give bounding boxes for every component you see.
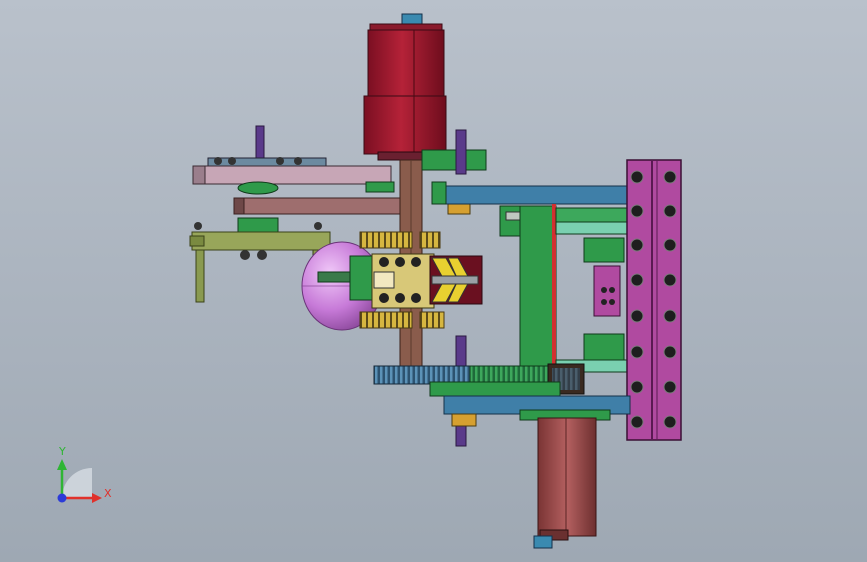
upper-shaft <box>455 129 467 175</box>
upper-arm-end <box>192 165 206 185</box>
triad-x-label: X <box>104 487 112 500</box>
lower-motor-connector <box>533 535 553 549</box>
axis-triad-icon <box>57 459 102 503</box>
top-blue-bar <box>439 185 631 205</box>
purple-mount-plate[interactable] <box>626 159 682 441</box>
cad-model[interactable]: Y X <box>0 0 867 562</box>
triad-y-label: Y <box>58 445 66 458</box>
green-hub <box>237 181 279 195</box>
upper-arm-plate <box>192 165 392 185</box>
cad-viewport[interactable]: Y X <box>0 0 867 562</box>
motor-body-upper <box>367 29 445 97</box>
rack-gear[interactable] <box>373 363 631 427</box>
olive-arm <box>191 231 331 251</box>
lower-motor[interactable] <box>533 417 597 549</box>
upper-motor[interactable] <box>363 13 447 161</box>
probe-left <box>195 249 205 303</box>
motor-body-lower <box>363 95 447 155</box>
pulley-disk <box>207 157 327 167</box>
middle-arm-plate <box>233 197 419 215</box>
